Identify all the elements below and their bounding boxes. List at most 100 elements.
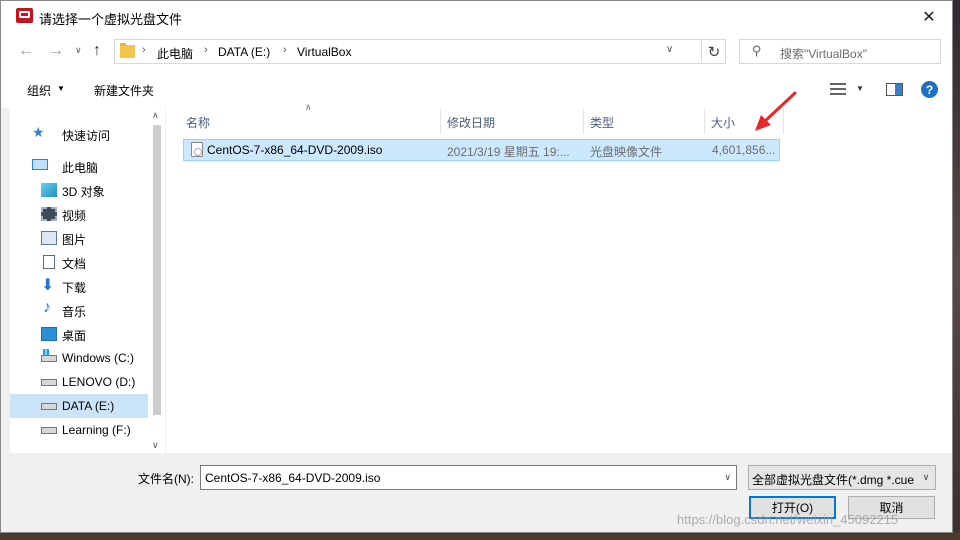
sidebar-item-label: Windows (C:): [62, 351, 135, 365]
drive-icon: [41, 427, 57, 434]
documents-icon: [43, 255, 55, 269]
sidebar-item-label: DATA (E:): [62, 399, 115, 413]
sidebar-item-label: 文档: [62, 257, 87, 271]
filename-value: CentOS-7-x86_64-DVD-2009.iso: [205, 471, 381, 485]
back-arrow-icon[interactable]: ←: [18, 42, 34, 60]
column-header-type[interactable]: 类型: [590, 114, 614, 131]
sidebar-item-windows-c[interactable]: Windows (C:): [10, 346, 148, 370]
sidebar-item-data-e[interactable]: DATA (E:): [10, 394, 148, 418]
sidebar-item-label: Learning (F:): [62, 423, 131, 437]
sidebar-item-desktop[interactable]: 桌面: [10, 322, 148, 346]
windows-drive-icon: [41, 349, 57, 362]
computer-icon: [32, 159, 48, 170]
dialog-title: 请选择一个虚拟光盘文件: [39, 12, 183, 27]
file-date-modified: 2021/3/19 星期五 19:...: [447, 145, 570, 159]
sidebar-item-this-pc[interactable]: 此电脑: [10, 154, 148, 178]
help-icon[interactable]: ?: [921, 81, 938, 98]
column-header-size[interactable]: 大小: [711, 114, 735, 131]
title-bar: 请选择一个虚拟光盘文件 ✕: [1, 1, 952, 32]
column-header-date-modified[interactable]: 修改日期: [447, 114, 495, 131]
annotation-arrow-icon: [755, 91, 797, 131]
filename-input[interactable]: CentOS-7-x86_64-DVD-2009.iso ∨: [200, 465, 737, 490]
search-placeholder: 搜索"VirtualBox": [780, 47, 867, 61]
new-folder-button[interactable]: 新建文件夹: [94, 82, 154, 99]
filename-label: 文件名(N):: [138, 472, 194, 486]
sidebar-item-label: 音乐: [62, 305, 87, 319]
sidebar-item-downloads[interactable]: ⬇ 下载: [10, 274, 148, 298]
search-input[interactable]: ⚲ 搜索"VirtualBox": [739, 39, 941, 64]
sidebar-item-learning-f[interactable]: Learning (F:): [10, 418, 148, 442]
file-type: 光盘映像文件: [590, 145, 663, 159]
sidebar-item-lenovo-d[interactable]: LENOVO (D:): [10, 370, 148, 394]
search-icon: ⚲: [752, 43, 762, 58]
address-bar[interactable]: › 此电脑 › DATA (E:) › VirtualBox ∨ ↻: [114, 39, 726, 64]
file-list: ∧ 名称 修改日期 类型 大小 CentOS-7-x86_64-DVD-2009…: [166, 102, 952, 453]
organize-button[interactable]: 组织: [27, 82, 51, 99]
sidebar-item-label: 桌面: [62, 329, 87, 343]
desktop-icon: [41, 327, 57, 341]
desktop-background-right: [952, 0, 960, 540]
sidebar-item-label: 下载: [62, 281, 87, 295]
chevron-down-icon[interactable]: ▼: [856, 84, 864, 93]
video-icon: [41, 207, 57, 221]
address-dropdown-icon[interactable]: ∨: [666, 44, 673, 55]
breadcrumb-data-drive[interactable]: DATA (E:): [218, 45, 270, 59]
sidebar-item-label: 视频: [62, 209, 87, 223]
download-icon: ⬇: [41, 277, 55, 294]
up-arrow-icon[interactable]: ↑: [93, 42, 101, 60]
music-icon: ♪: [43, 299, 51, 316]
sidebar-item-label: LENOVO (D:): [62, 375, 136, 389]
star-icon: ★: [32, 124, 45, 140]
scroll-up-icon[interactable]: ∧: [152, 110, 159, 121]
chevron-down-icon[interactable]: ▼: [57, 84, 65, 93]
sidebar-item-documents[interactable]: 文档: [10, 250, 148, 274]
forward-arrow-icon[interactable]: →: [48, 42, 64, 60]
breadcrumb-separator-icon[interactable]: ›: [204, 44, 208, 56]
file-type-filter-select[interactable]: 全部虚拟光盘文件(*.dmg *.cue ∨: [748, 465, 936, 490]
close-icon: ✕: [922, 8, 936, 26]
open-file-dialog: 请选择一个虚拟光盘文件 ✕ ← → ∨ ↑ › 此电脑 › DATA (E:) …: [0, 0, 953, 533]
sort-ascending-icon: ∧: [305, 102, 312, 112]
sidebar-item-label: 图片: [62, 233, 87, 247]
sidebar-item-label: 3D 对象: [62, 185, 105, 199]
view-options-icon[interactable]: [830, 83, 846, 95]
watermark: https://blog.csdn.net/weixin_45092215: [677, 512, 899, 527]
command-toolbar: 组织 ▼ 新建文件夹 ▼ ?: [1, 72, 952, 108]
breadcrumb-this-pc[interactable]: 此电脑: [157, 45, 193, 62]
scroll-down-icon[interactable]: ∨: [152, 440, 159, 451]
sidebar-scrollbar[interactable]: ∧ ∨: [148, 108, 165, 453]
breadcrumb-virtualbox[interactable]: VirtualBox: [297, 45, 351, 59]
navigation-pane: ★ 快速访问 此电脑 3D 对象 视频 图片 文档 ⬇ 下载 ♪ 音乐 桌面 W…: [10, 108, 148, 453]
sidebar-item-label: 快速访问: [62, 129, 111, 143]
sidebar-item-music[interactable]: ♪ 音乐: [10, 298, 148, 322]
scrollbar-thumb[interactable]: [153, 125, 161, 415]
drive-icon: [41, 403, 57, 410]
breadcrumb-separator-icon[interactable]: ›: [142, 44, 146, 56]
column-header-name[interactable]: 名称: [186, 114, 210, 131]
sidebar-item-videos[interactable]: 视频: [10, 202, 148, 226]
sidebar-item-label: 此电脑: [62, 161, 99, 175]
sidebar-item-pictures[interactable]: 图片: [10, 226, 148, 250]
breadcrumb-separator-icon[interactable]: ›: [283, 44, 287, 56]
refresh-icon: ↻: [707, 43, 721, 61]
desktop-background-bottom: [0, 532, 960, 540]
file-name: CentOS-7-x86_64-DVD-2009.iso: [207, 143, 383, 157]
file-row-centos-iso[interactable]: CentOS-7-x86_64-DVD-2009.iso 2021/3/19 星…: [183, 139, 780, 161]
drive-icon: [41, 379, 57, 386]
chevron-down-icon[interactable]: ∨: [724, 472, 731, 483]
sidebar-item-quick-access[interactable]: ★ 快速访问: [10, 122, 148, 146]
recent-locations-icon[interactable]: ∨: [75, 45, 82, 56]
3d-objects-icon: [41, 183, 57, 197]
pictures-icon: [41, 231, 57, 245]
sidebar-item-3d-objects[interactable]: 3D 对象: [10, 178, 148, 202]
chevron-down-icon[interactable]: ∨: [917, 466, 935, 489]
preview-pane-icon[interactable]: [886, 83, 903, 96]
close-button[interactable]: ✕: [906, 1, 952, 32]
folder-icon: [120, 43, 135, 58]
disc-image-file-icon: [191, 142, 203, 157]
refresh-button[interactable]: ↻: [701, 41, 726, 62]
file-size: 4,601,856...: [712, 143, 776, 157]
navigation-bar: ← → ∨ ↑ › 此电脑 › DATA (E:) › VirtualBox ∨…: [1, 32, 952, 72]
file-type-filter-value: 全部虚拟光盘文件(*.dmg *.cue: [752, 473, 915, 487]
virtualbox-app-icon: [16, 8, 33, 23]
